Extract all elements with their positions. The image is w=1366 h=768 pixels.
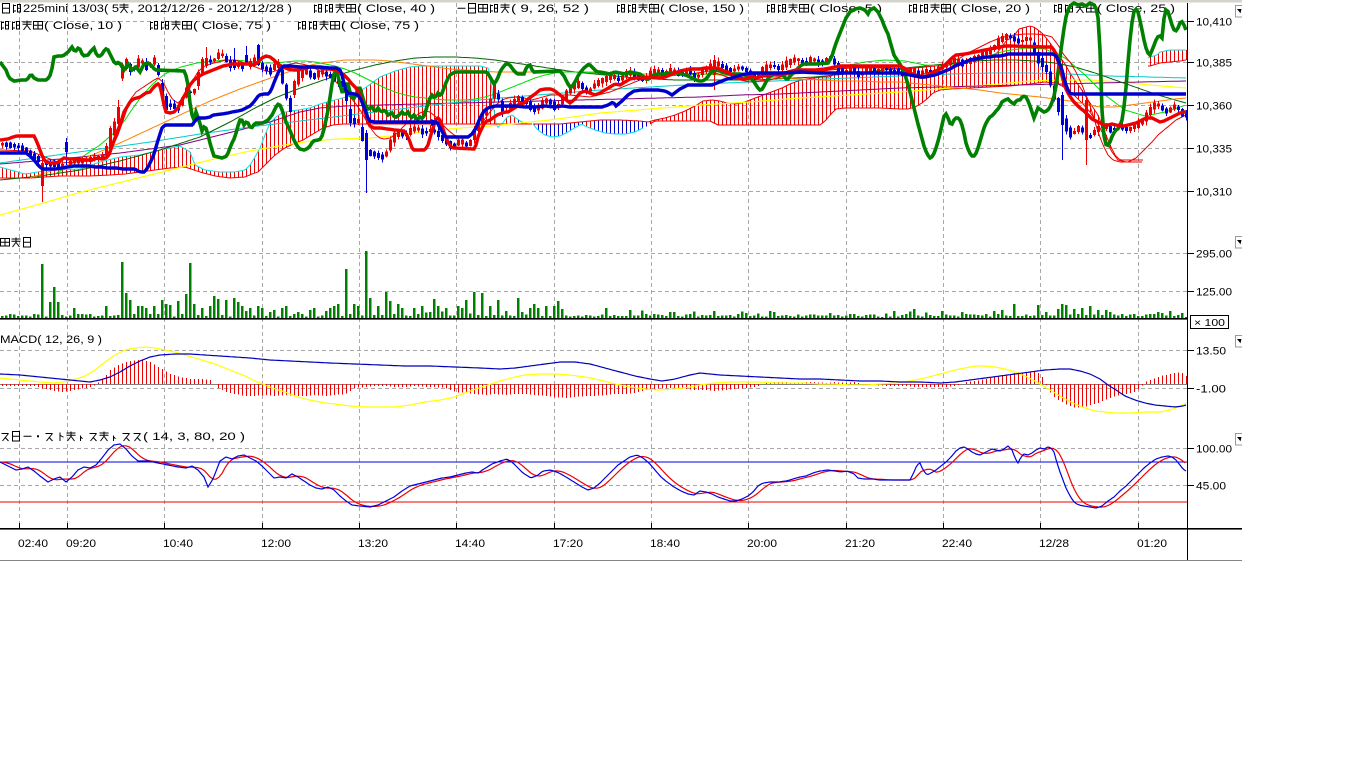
svg-text:10,410: 10,410 <box>1196 17 1232 29</box>
svg-text:02:40: 02:40 <box>18 538 48 550</box>
svg-text:10,385: 10,385 <box>1196 58 1232 70</box>
svg-text:100.00: 100.00 <box>1196 444 1232 456</box>
svg-text:( Close, 20 ): ( Close, 20 ) <box>952 3 1030 15</box>
svg-text:13:20: 13:20 <box>358 538 388 550</box>
svg-text:( Close, 150 ): ( Close, 150 ) <box>660 3 744 15</box>
svg-text:18:40: 18:40 <box>650 538 680 550</box>
svg-text:( Close, 10 ): ( Close, 10 ) <box>44 20 122 32</box>
svg-text:13.50: 13.50 <box>1196 346 1226 358</box>
svg-text:-1.00: -1.00 <box>1196 384 1226 396</box>
svg-text:125.00: 125.00 <box>1196 287 1232 299</box>
svg-text:09:20: 09:20 <box>66 538 96 550</box>
svg-text:295.00: 295.00 <box>1196 249 1232 261</box>
svg-text:( Close, 75 ): ( Close, 75 ) <box>193 20 271 32</box>
svg-text:225mini 13/03( 5: 225mini 13/03( 5 <box>23 3 119 15</box>
svg-text:( 9, 26, 52 ): ( 9, 26, 52 ) <box>511 3 589 15</box>
svg-text:45.00: 45.00 <box>1196 481 1226 493</box>
svg-text:, 2012/12/26 - 2012/12/28 ): , 2012/12/26 - 2012/12/28 ) <box>130 3 292 15</box>
svg-text:( Close, 40 ): ( Close, 40 ) <box>357 3 435 15</box>
svg-text:12:00: 12:00 <box>261 538 291 550</box>
svg-text:10,360: 10,360 <box>1196 101 1232 113</box>
svg-text:( 14, 3, 80, 20 ): ( 14, 3, 80, 20 ) <box>143 431 245 443</box>
svg-text:10,335: 10,335 <box>1196 144 1232 156</box>
svg-text:( Close, 75 ): ( Close, 75 ) <box>341 20 419 32</box>
svg-text:01:20: 01:20 <box>1137 538 1167 550</box>
svg-text:14:40: 14:40 <box>455 538 485 550</box>
svg-text:MACD( 12, 26, 9 ): MACD( 12, 26, 9 ) <box>0 334 102 346</box>
svg-text:10:40: 10:40 <box>163 538 193 550</box>
svg-text:21:20: 21:20 <box>845 538 875 550</box>
svg-text:12/28: 12/28 <box>1039 538 1069 550</box>
svg-text:17:20: 17:20 <box>553 538 583 550</box>
svg-text:20:00: 20:00 <box>747 538 777 550</box>
svg-text:10,310: 10,310 <box>1196 187 1232 199</box>
svg-text:× 100: × 100 <box>1194 317 1225 329</box>
svg-text:22:40: 22:40 <box>942 538 972 550</box>
